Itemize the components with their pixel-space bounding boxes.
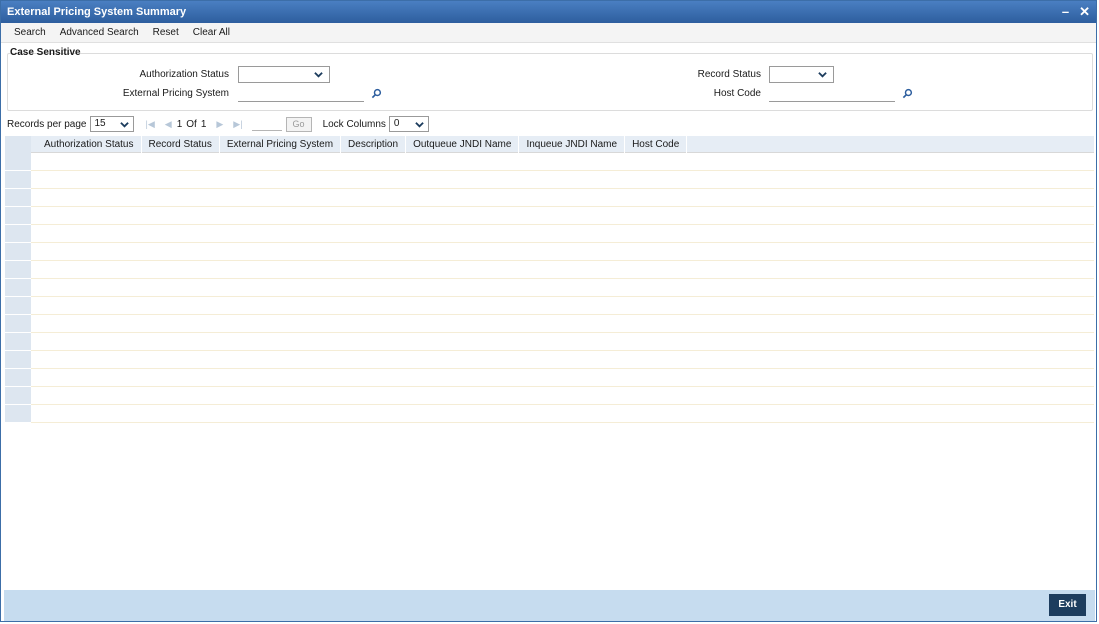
page-number-input[interactable]	[251, 117, 282, 131]
exit-button[interactable]: Exit	[1049, 594, 1086, 616]
records-per-page-select[interactable]: 15	[89, 116, 134, 132]
row-selector[interactable]	[5, 387, 31, 405]
table-row[interactable]	[5, 351, 1094, 369]
row-selector[interactable]	[5, 153, 31, 171]
search-icon[interactable]	[902, 88, 913, 99]
lock-columns-value: 0	[393, 118, 400, 129]
host-code-input[interactable]	[769, 85, 895, 102]
table-row[interactable]	[5, 315, 1094, 333]
row-selector[interactable]	[5, 243, 31, 261]
table-row[interactable]	[5, 153, 1094, 171]
case-sensitive-label: Case Sensitive	[10, 47, 81, 58]
row-selector[interactable]	[5, 333, 31, 351]
row-selector[interactable]	[5, 369, 31, 387]
external-pricing-system-input[interactable]	[238, 85, 364, 102]
column-authorization-status[interactable]: Authorization Status	[31, 135, 142, 153]
toolbar: Search Advanced Search Reset Clear All	[1, 23, 1096, 43]
chevron-down-icon	[415, 122, 424, 128]
row-selector[interactable]	[5, 315, 31, 333]
grid-body	[5, 153, 1094, 423]
row-selector[interactable]	[5, 189, 31, 207]
window-title: External Pricing System Summary	[7, 6, 187, 18]
last-page-icon[interactable]: ▶|	[233, 119, 242, 130]
minimize-icon[interactable]: –	[1062, 1, 1069, 23]
row-selector[interactable]	[5, 351, 31, 369]
table-row[interactable]	[5, 369, 1094, 387]
host-code-label: Host Code	[713, 88, 761, 99]
lock-columns-label: Lock Columns	[322, 118, 386, 130]
table-row[interactable]	[5, 333, 1094, 351]
table-row[interactable]	[5, 207, 1094, 225]
pagination-bar: Records per page 15 |◀ ◀ 1 Of 1 ▶ ▶| Go …	[1, 115, 1096, 133]
search-button[interactable]: Search	[14, 27, 46, 38]
summary-window: External Pricing System Summary – ✕ Sear…	[0, 0, 1097, 622]
footer-bar: Exit	[4, 590, 1095, 621]
first-page-icon[interactable]: |◀	[146, 119, 155, 130]
select-all-cell[interactable]	[5, 135, 31, 153]
search-criteria-panel	[7, 53, 1093, 111]
column-description[interactable]: Description	[341, 135, 407, 153]
table-row[interactable]	[5, 171, 1094, 189]
results-grid: Authorization Status Record Status Exter…	[5, 135, 1094, 423]
row-selector[interactable]	[5, 261, 31, 279]
total-pages: 1	[200, 118, 207, 130]
row-selector[interactable]	[5, 405, 31, 423]
records-per-page-value: 15	[94, 118, 106, 129]
current-page: 1	[176, 118, 183, 130]
record-status-select[interactable]	[769, 66, 834, 83]
chevron-down-icon	[314, 72, 323, 78]
external-pricing-system-label: External Pricing System	[122, 88, 229, 99]
chevron-down-icon	[818, 72, 827, 78]
grid-header-row: Authorization Status Record Status Exter…	[5, 135, 1094, 153]
authorization-status-select[interactable]	[238, 66, 330, 83]
next-page-icon[interactable]: ▶	[216, 119, 223, 130]
row-selector[interactable]	[5, 171, 31, 189]
close-icon[interactable]: ✕	[1079, 1, 1090, 23]
record-status-label: Record Status	[697, 69, 761, 80]
row-selector[interactable]	[5, 207, 31, 225]
of-label: Of	[186, 118, 197, 130]
row-selector[interactable]	[5, 279, 31, 297]
search-icon[interactable]	[371, 88, 382, 99]
column-record-status[interactable]: Record Status	[142, 135, 220, 153]
column-host-code[interactable]: Host Code	[625, 135, 688, 153]
table-row[interactable]	[5, 225, 1094, 243]
go-button[interactable]: Go	[285, 116, 312, 132]
reset-button[interactable]: Reset	[153, 27, 179, 38]
table-row[interactable]	[5, 189, 1094, 207]
chevron-down-icon	[119, 122, 129, 128]
table-row[interactable]	[5, 279, 1094, 297]
lock-columns-select[interactable]: 0	[388, 116, 429, 132]
column-inqueue-jndi-name[interactable]: Inqueue JNDI Name	[519, 135, 626, 153]
table-row[interactable]	[5, 297, 1094, 315]
table-row[interactable]	[5, 243, 1094, 261]
column-external-pricing-system[interactable]: External Pricing System	[220, 135, 342, 153]
title-bar: External Pricing System Summary – ✕	[1, 1, 1096, 23]
row-selector[interactable]	[5, 225, 31, 243]
table-row[interactable]	[5, 261, 1094, 279]
authorization-status-label: Authorization Status	[139, 69, 230, 80]
column-outqueue-jndi-name[interactable]: Outqueue JNDI Name	[406, 135, 520, 153]
advanced-search-button[interactable]: Advanced Search	[60, 27, 139, 38]
records-per-page-label: Records per page	[7, 118, 87, 130]
table-row[interactable]	[5, 387, 1094, 405]
previous-page-icon[interactable]: ◀	[165, 119, 172, 130]
row-selector[interactable]	[5, 297, 31, 315]
clear-all-button[interactable]: Clear All	[193, 27, 230, 38]
table-row[interactable]	[5, 405, 1094, 423]
